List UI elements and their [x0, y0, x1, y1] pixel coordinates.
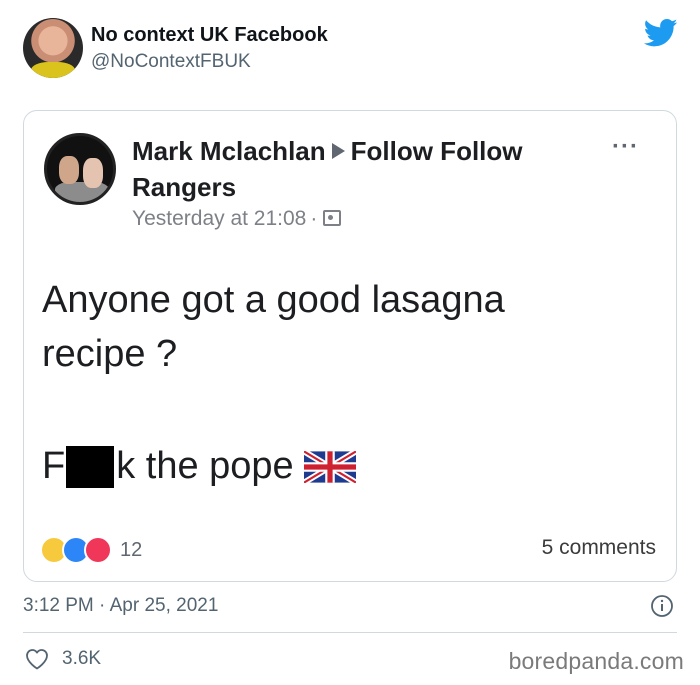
post-text-line3: Fk the pope — [42, 445, 356, 488]
watermark: boredpanda.com — [508, 648, 684, 674]
post-text-line1: Anyone got a good lasagna — [42, 279, 505, 321]
post-text-line2: recipe ? — [42, 333, 178, 375]
facebook-post-screenshot: Mark Mclachlan Follow Follow Rangers ··· … — [23, 110, 677, 582]
audience-icon — [323, 210, 342, 226]
tweet-card: No context UK Facebook @NoContextFBUK Ma… — [0, 0, 700, 685]
poster-name: Mark Mclachlan — [132, 136, 326, 166]
post-text-line3-start: F — [42, 445, 66, 487]
post-header: Mark Mclachlan Follow Follow Rangers — [132, 133, 602, 205]
info-icon[interactable] — [650, 594, 674, 618]
poster-avatar — [44, 133, 116, 205]
post-time: Yesterday at 21:08 · — [132, 207, 342, 231]
like-count[interactable]: 3.6K — [62, 648, 101, 670]
twitter-bird-icon[interactable] — [644, 18, 678, 48]
divider — [23, 632, 677, 633]
tweet-timestamp[interactable]: 3:12 PM · Apr 25, 2021 — [23, 595, 218, 617]
love-reaction-icon — [84, 536, 112, 564]
uk-flag-icon — [303, 450, 356, 483]
comments-count: 5 comments — [541, 536, 656, 559]
reaction-count: 12 — [120, 538, 143, 561]
post-text-line3-end: k the pope — [116, 445, 294, 487]
time-separator: · — [310, 207, 318, 230]
heart-icon[interactable] — [25, 648, 49, 670]
reactions-summary: 12 — [40, 535, 142, 565]
censor-bar — [66, 445, 115, 488]
more-options-icon: ··· — [612, 133, 639, 160]
author-handle[interactable]: @NoContextFBUK — [91, 51, 251, 73]
author-name[interactable]: No context UK Facebook — [91, 24, 328, 47]
post-time-text: Yesterday at 21:08 — [132, 207, 307, 230]
author-avatar[interactable] — [23, 18, 83, 78]
arrow-right-icon — [331, 143, 345, 159]
